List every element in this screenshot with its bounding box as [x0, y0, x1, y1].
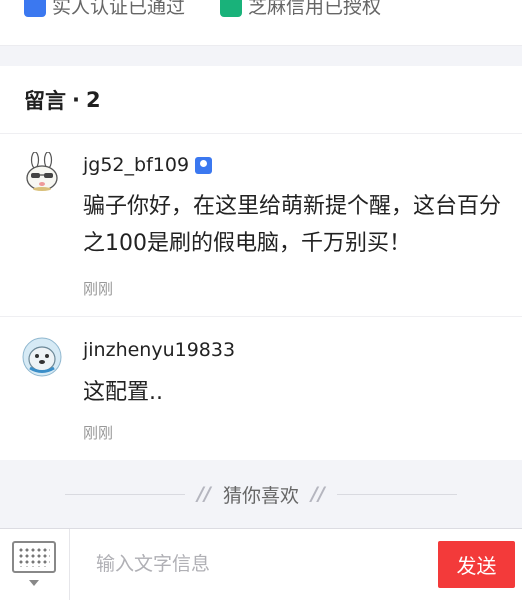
comment-username[interactable]: jg52_bf109	[83, 154, 213, 176]
keyboard-toggle-button[interactable]	[0, 529, 70, 600]
comment-content: 这配置..	[83, 380, 163, 405]
comment-item[interactable]: jinzhenyu19833 这配置.. 刚刚	[0, 317, 522, 459]
username-text[interactable]: jg52_bf109	[83, 154, 189, 176]
comments-section: 留言 · 2 jg52_bf109 骗子你好，在这里给萌新提个醒，这台百分之10…	[0, 66, 522, 460]
verification-item-sesame: 芝麻信用已授权	[220, 0, 381, 19]
divider-line-right	[336, 493, 457, 495]
username-text[interactable]: jinzhenyu19833	[83, 339, 235, 361]
divider-decor-left: //	[197, 483, 211, 505]
guess-you-like-title: 猜你喜欢	[222, 484, 299, 507]
verification-label: 芝麻信用已授权	[248, 0, 382, 18]
comment-content: 骗子你好，在这里给萌新提个醒，这台百分之100是刷的假电脑，千万别买！	[83, 194, 502, 256]
verification-strip: 实人认证已通过 芝麻信用已授权	[0, 0, 522, 46]
comment-item[interactable]: jg52_bf109 骗子你好，在这里给萌新提个醒，这台百分之100是刷的假电脑…	[0, 134, 522, 317]
comments-header: 留言 · 2	[0, 66, 522, 134]
comments-separator: ·	[72, 87, 80, 112]
verification-item-realname: 实人认证已通过	[24, 0, 185, 19]
send-button[interactable]: 发送	[438, 541, 515, 588]
comments-title: 留言	[24, 88, 66, 113]
page: 实人认证已通过 芝麻信用已授权 留言 · 2 jg52_bf109 骗子你好，在…	[0, 0, 522, 600]
comment-time: 刚刚	[83, 424, 114, 442]
comments-count: 2	[85, 87, 101, 112]
verified-badge-icon	[195, 156, 213, 174]
message-input-bar: 发送	[0, 528, 522, 600]
rabbit-avatar[interactable]	[22, 151, 62, 192]
divider-decor-right: //	[311, 483, 325, 505]
comment-username[interactable]: jinzhenyu19833	[83, 339, 235, 361]
divider-line-left	[65, 493, 186, 495]
message-input[interactable]	[96, 547, 416, 581]
chevron-down-icon	[29, 580, 39, 586]
keyboard-icon	[12, 541, 56, 573]
id-verified-icon	[24, 0, 46, 17]
seal-avatar[interactable]	[22, 337, 62, 377]
verification-label: 实人认证已通过	[52, 0, 186, 18]
comment-time: 刚刚	[83, 280, 114, 298]
sesame-credit-icon	[220, 0, 242, 17]
guess-you-like-divider: // 猜你喜欢 //	[0, 460, 522, 528]
